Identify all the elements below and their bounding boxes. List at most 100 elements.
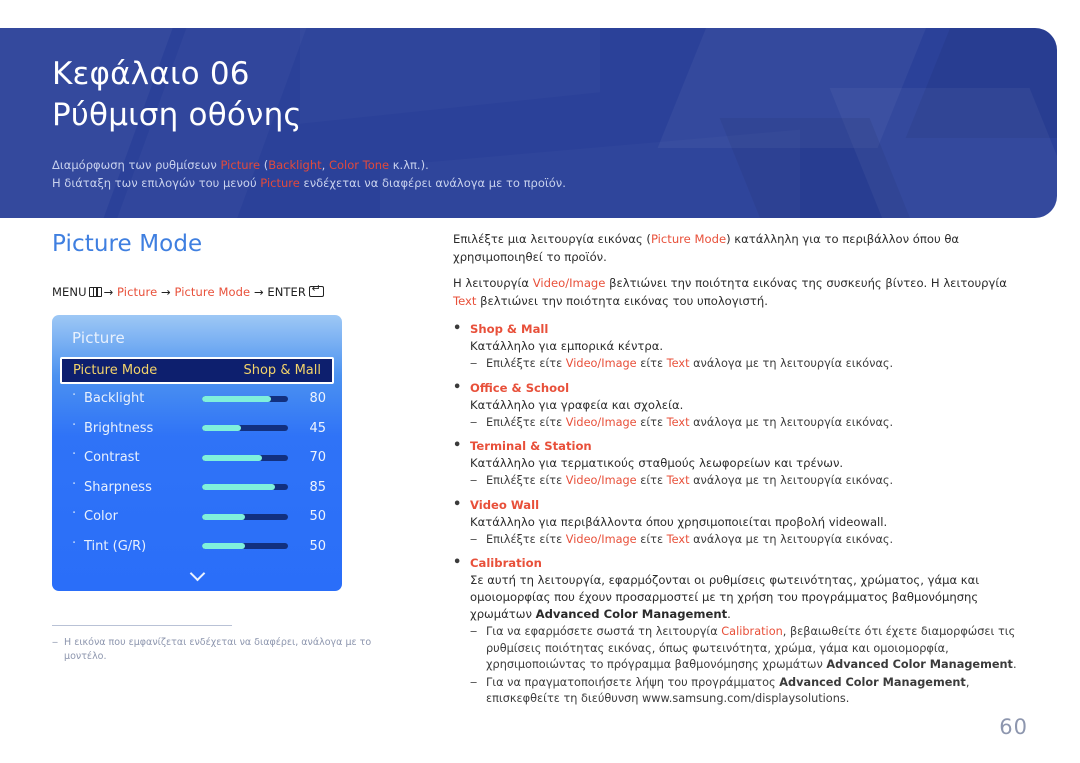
sub-note-dash: ‒ xyxy=(470,357,478,370)
text: είτε xyxy=(636,357,667,370)
option-name-row: • Office & School xyxy=(453,380,1033,397)
option-name-row: • Calibration xyxy=(453,555,1033,572)
sub-note: ‒ Για να εφαρμόσετε σωστά τη λειτουργία C… xyxy=(470,624,1033,674)
chapter-title: Ρύθμιση οθόνης xyxy=(52,97,302,133)
text: Επιλέξτε είτε xyxy=(486,415,566,429)
sub-note-text: Για να πραγματοποιήσετε λήψη του προγράμ… xyxy=(486,675,1033,708)
text: ( xyxy=(260,158,269,172)
sub-note-dash: ‒ xyxy=(470,675,478,689)
highlight-text: Text xyxy=(453,293,477,308)
text: Για να εφαρμόσετε σωστά τη λειτουργία xyxy=(486,625,722,638)
highlight-color-tone: Color Tone xyxy=(328,158,390,172)
page-number: 60 xyxy=(999,715,1028,739)
osd-panel-title: Picture xyxy=(72,329,125,347)
highlight-backlight: Backlight xyxy=(268,158,322,172)
sub-note-text: Επιλέξτε είτε Video/Image είτε Text ανάλ… xyxy=(486,473,1033,490)
menu-path-step-picture-mode: Picture Mode xyxy=(174,285,251,299)
text: . xyxy=(727,607,731,621)
arrow-icon: → xyxy=(253,285,264,299)
osd-row-slider[interactable] xyxy=(202,513,288,520)
osd-scroll-down[interactable] xyxy=(52,561,342,591)
bullet-icon: • xyxy=(453,321,462,336)
text: Επιλέξτε είτε xyxy=(486,474,566,487)
osd-row-slider[interactable] xyxy=(202,454,288,461)
chevron-down-icon xyxy=(189,565,205,582)
osd-row-label: Backlight xyxy=(84,391,145,407)
sub-note: ‒ Επιλέξτε είτε Video/Image είτε Text ανά… xyxy=(470,532,1033,549)
option-name-row: • Terminal & Station xyxy=(453,438,1033,455)
osd-row-value: 80 xyxy=(309,391,326,407)
osd-row-slider[interactable] xyxy=(202,395,288,402)
text: Διαμόρφωση των ρυθμίσεων xyxy=(52,158,221,172)
bullet-dot-icon: · xyxy=(72,535,77,551)
text: κ.λπ.). xyxy=(389,158,429,172)
highlight-text: Text xyxy=(666,415,690,429)
highlight-video-image: Video/Image xyxy=(532,276,606,290)
document-page: Κεφάλαιο 06 Ρύθμιση οθόνης Διαμόρφωση τω… xyxy=(0,0,1080,763)
list-item: • Shop & Mall Κατάλληλο για εμπορικά κέντρ… xyxy=(453,321,1033,373)
osd-row[interactable]: · Tint (G/R) 50 xyxy=(52,532,342,562)
sub-note-dash: ‒ xyxy=(470,415,478,429)
bullet-icon: • xyxy=(453,438,462,453)
option-description: Κατάλληλο για εμπορικά κέντρα. xyxy=(470,339,664,353)
osd-selected-label: Picture Mode xyxy=(73,363,158,378)
bullet-dot-icon: · xyxy=(72,417,77,433)
osd-row-slider[interactable] xyxy=(202,425,288,432)
menu-path-step-picture: Picture xyxy=(117,285,158,299)
bullet-dot-icon: · xyxy=(72,447,77,463)
sub-note: ‒ Επιλέξτε είτε Video/Image είτε Text ανά… xyxy=(470,473,1033,490)
option-description: Κατάλληλο για γραφεία και σχολεία. xyxy=(470,397,684,412)
bullet-icon: • xyxy=(453,496,462,512)
text: ανάλογα με τη λειτουργία εικόνας. xyxy=(689,532,894,546)
chapter-banner: Κεφάλαιο 06 Ρύθμιση οθόνης Διαμόρφωση τω… xyxy=(0,28,1057,218)
list-item: • Calibration Σε αυτή τη λειτουργία, εφαρμ… xyxy=(453,555,1033,708)
sub-note-text: Επιλέξτε είτε Video/Image είτε Text ανάλ… xyxy=(486,356,1033,373)
menu-icon xyxy=(88,287,102,297)
text: βελτιώνει την ποιότητα εικόνας της συσκε… xyxy=(605,276,1007,290)
arrow-icon: → xyxy=(103,285,114,299)
osd-row-slider[interactable] xyxy=(202,543,288,550)
highlight-video-image: Video/Image xyxy=(565,532,637,546)
osd-row-value: 50 xyxy=(309,509,326,525)
list-item: • Video Wall Κατάλληλο για περιβάλλοντα όπ… xyxy=(453,497,1033,549)
bullet-dot-icon: · xyxy=(72,476,77,492)
osd-row-label: Tint (G/R) xyxy=(84,538,147,554)
option-description: Κατάλληλο για τερματικούς σταθμούς λεωφο… xyxy=(470,456,844,470)
text: Η διάταξη των επιλογών του μενού xyxy=(52,176,261,190)
text: είτε xyxy=(636,474,667,487)
osd-row[interactable]: · Sharpness 85 xyxy=(52,473,342,503)
highlight-text: Text xyxy=(666,474,690,487)
highlight-video-image: Video/Image xyxy=(565,415,637,429)
text: ανάλογα με τη λειτουργία εικόνας. xyxy=(689,357,894,370)
product-name-acm: Advanced Color Management xyxy=(779,675,966,689)
chapter-number: Κεφάλαιο 06 xyxy=(52,56,250,92)
highlight-picture-mode: Picture Mode xyxy=(650,232,727,246)
highlight-text: Text xyxy=(666,357,690,370)
osd-row[interactable]: · Backlight 80 xyxy=(52,384,342,414)
highlight-video-image: Video/Image xyxy=(565,474,637,487)
option-name-row: • Video Wall xyxy=(453,497,1033,514)
osd-row[interactable]: · Brightness 45 xyxy=(52,414,342,444)
osd-row-selected-picture-mode[interactable]: Picture Mode Shop & Mall xyxy=(60,357,334,384)
product-name-acm: Advanced Color Management xyxy=(535,607,728,621)
bullet-dot-icon: · xyxy=(72,388,77,404)
text: είτε xyxy=(636,415,667,429)
menu-path-label: MENU xyxy=(52,285,87,299)
osd-row[interactable]: · Contrast 70 xyxy=(52,443,342,473)
osd-row-slider[interactable] xyxy=(202,484,288,491)
osd-selected-value: Shop & Mall xyxy=(243,363,321,378)
option-description: Κατάλληλο για περιβάλλοντα όπου χρησιμοπ… xyxy=(470,514,888,529)
sub-note-dash: ‒ xyxy=(470,625,478,638)
text: Η λειτουργία xyxy=(453,276,533,290)
banner-subtitle-line1: Διαμόρφωση των ρυθμίσεων Picture (Backli… xyxy=(52,156,1057,174)
option-name-row: • Shop & Mall xyxy=(453,321,1033,338)
text: είτε xyxy=(636,532,667,546)
text: βελτιώνει την ποιότητα εικόνας του υπολο… xyxy=(476,293,768,308)
bullet-icon: • xyxy=(453,379,462,395)
banner-subtitle: Διαμόρφωση των ρυθμίσεων Picture (Backli… xyxy=(52,156,1057,192)
sub-note-dash: ‒ xyxy=(470,532,478,546)
highlight-text: Text xyxy=(666,532,690,546)
menu-path-enter-label: ENTER xyxy=(267,285,307,299)
osd-row[interactable]: · Color 50 xyxy=(52,502,342,532)
footnote-text: Η εικόνα που εμφανίζεται ενδέχεται να δι… xyxy=(64,637,372,662)
